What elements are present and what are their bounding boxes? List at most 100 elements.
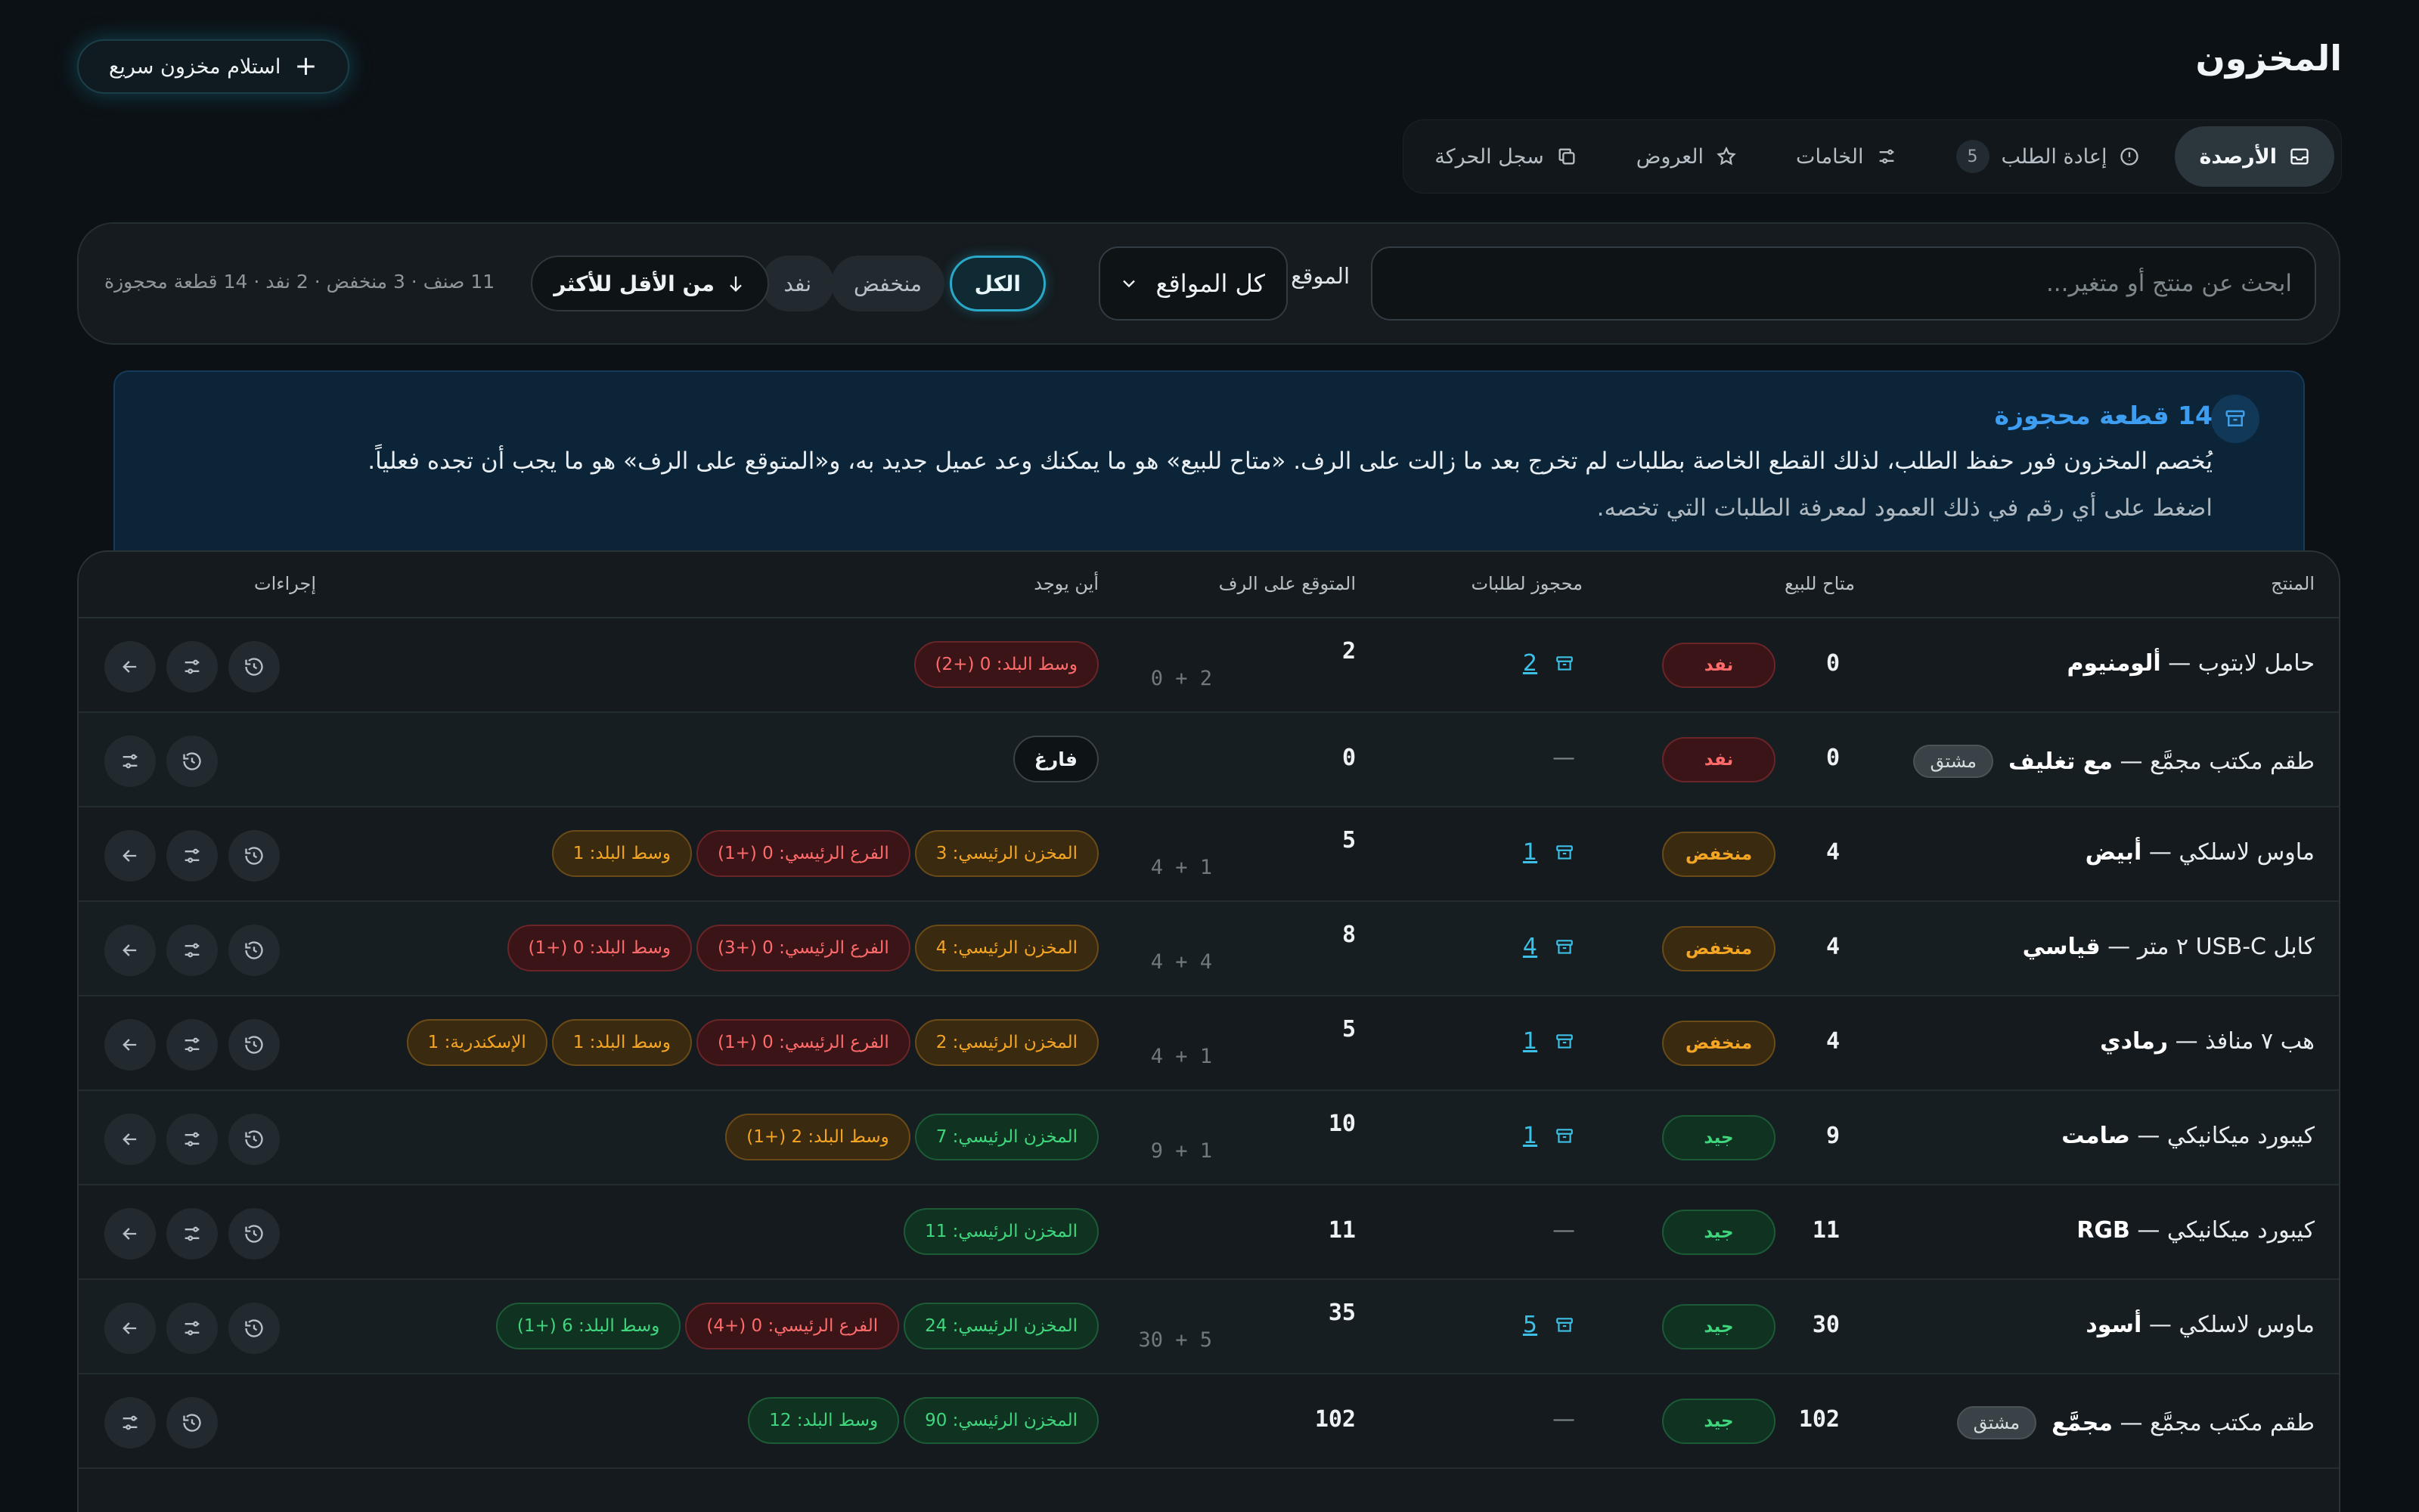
reserved-count-link[interactable]: 5: [1523, 1312, 1537, 1338]
history-icon[interactable]: [228, 1019, 280, 1070]
search-input[interactable]: ابحث عن منتج أو متغير...: [1371, 246, 2316, 321]
history-icon[interactable]: [228, 925, 280, 976]
location-badge: الفرع الرئيسي: 0 (+1): [696, 1019, 910, 1066]
shelf-breakdown: 4 + 1: [1150, 1045, 1212, 1068]
location-badge: المخزن الرئيسي: 4: [914, 925, 1099, 971]
reserved-cell[interactable]: 1: [1523, 1028, 1575, 1055]
header-where: أين يوجد: [1034, 573, 1099, 594]
inventory-page: المخزون + استلام مخزون سريع الأرصدة إعاد…: [0, 0, 2419, 1512]
location-select[interactable]: كل المواقع: [1099, 246, 1288, 321]
location-badge: وسط البلد: 1: [551, 1019, 692, 1066]
arrow-left-icon[interactable]: [104, 641, 156, 692]
history-icon[interactable]: [228, 1303, 280, 1354]
table-row: ماوس لاسلكي — أسود 30 جيد 5 35 30 + 5 المخزن ا…: [79, 1280, 2339, 1374]
filter-chip-low[interactable]: منخفض: [831, 256, 944, 311]
history-icon[interactable]: [228, 1208, 280, 1259]
page-title: المخزون: [2195, 38, 2342, 79]
arrow-left-icon[interactable]: [104, 1019, 156, 1070]
sort-label: من الأقل للأكثر: [554, 271, 715, 296]
sliders-icon[interactable]: [104, 1397, 156, 1448]
arrow-left-icon[interactable]: [104, 925, 156, 976]
arrow-left-icon[interactable]: [104, 830, 156, 881]
table-row: كيبورد ميكانيكي — RGB 11 جيد — 11 المخزن الرئ…: [79, 1185, 2339, 1280]
product-variant: أبيض: [2085, 839, 2142, 866]
shelf-expected: 102: [1314, 1406, 1356, 1433]
history-icon[interactable]: [228, 641, 280, 692]
reserved-cell[interactable]: 5: [1523, 1312, 1575, 1338]
available-count: 0: [1825, 745, 1840, 771]
header-product: المنتج: [2271, 573, 2315, 594]
tab-materials[interactable]: الخامات: [1772, 126, 1921, 187]
product-name: هب ٧ منافذ — رمادي: [2100, 1028, 2315, 1055]
tab-balances[interactable]: الأرصدة: [2175, 126, 2334, 187]
tab-movement-log[interactable]: سجل الحركة: [1410, 126, 1601, 187]
product-name: كابل USB-C ٢ متر — قياسي: [2022, 934, 2315, 960]
row-actions: [104, 925, 280, 976]
sliders-icon[interactable]: [166, 1114, 218, 1165]
filter-chip-all[interactable]: الكل: [949, 256, 1046, 311]
row-actions: [104, 1019, 280, 1070]
sort-button[interactable]: من الأقل للأكثر: [531, 256, 769, 311]
row-actions: [104, 1303, 280, 1354]
alert-circle-icon: [2119, 146, 2140, 167]
reserved-count-link[interactable]: 1: [1523, 1028, 1537, 1055]
arrow-left-icon[interactable]: [104, 1114, 156, 1165]
reserved-empty: —: [1552, 745, 1575, 771]
sliders-icon[interactable]: [166, 1303, 218, 1354]
table-row: طقم مكتب مجمَّع — مع تغليف مشتق 0 نفد — 0 فارغ: [79, 713, 2339, 807]
product-cell: ماوس لاسلكي — أسود: [2086, 1312, 2315, 1338]
shelf-breakdown: 0 + 2: [1150, 667, 1212, 690]
status-badge: جيد: [1662, 1304, 1775, 1349]
product-variant: مع تغليف: [2008, 748, 2113, 775]
sliders-icon[interactable]: [166, 1208, 218, 1259]
arrow-left-icon[interactable]: [104, 1208, 156, 1259]
reserved-count-link[interactable]: 2: [1523, 650, 1537, 677]
tab-offers[interactable]: العروض: [1612, 126, 1761, 187]
filter-chip-out[interactable]: نفد: [761, 256, 834, 311]
reserved-cell[interactable]: 2: [1523, 650, 1575, 677]
table-header: المنتج متاح للبيع محجوز لطلبات المتوقع ع…: [79, 552, 2339, 618]
table-row: كيبورد ميكانيكي — صامت 9 جيد 1 10 9 + 1 المخزن…: [79, 1091, 2339, 1185]
status-badge: منخفض: [1662, 832, 1775, 877]
inventory-table: المنتج متاح للبيع محجوز لطلبات المتوقع ع…: [77, 550, 2340, 1512]
reserved-empty: —: [1552, 1217, 1575, 1244]
reserved-count-link[interactable]: 1: [1523, 1123, 1537, 1149]
tab-reorder[interactable]: إعادة الطلب 5: [1932, 126, 2165, 187]
sliders-icon[interactable]: [166, 830, 218, 881]
arrow-left-icon[interactable]: [104, 1303, 156, 1354]
location-badge: وسط البلد: 2 (+1): [725, 1114, 910, 1160]
tab-label: العروض: [1636, 144, 1704, 169]
product-cell: كيبورد ميكانيكي — صامت: [2061, 1123, 2315, 1149]
reserved-cell[interactable]: 1: [1523, 1123, 1575, 1149]
banner-title: 14 قطعة محجوزة: [1994, 401, 2213, 430]
location-badge: المخزن الرئيسي: 11: [904, 1208, 1099, 1255]
sliders-icon[interactable]: [104, 736, 156, 787]
location-list: المخزن الرئيسي: 11: [904, 1208, 1099, 1255]
reorder-count-badge: 5: [1955, 140, 1989, 173]
row-actions: [104, 1397, 218, 1448]
status-badge: نفد: [1662, 737, 1775, 782]
archive-icon: [2211, 395, 2259, 443]
product-variant: مجمَّع: [2051, 1409, 2113, 1436]
available-count: 4: [1825, 934, 1840, 960]
quick-receive-button[interactable]: + استلام مخزون سريع: [77, 39, 349, 94]
shelf-expected: 5: [1341, 827, 1356, 854]
reserved-count-link[interactable]: 1: [1523, 839, 1537, 866]
reserved-count-link[interactable]: 4: [1523, 934, 1537, 960]
product-cell: حامل لابتوب — ألومنيوم: [2067, 650, 2315, 677]
sliders-icon[interactable]: [166, 641, 218, 692]
sliders-icon[interactable]: [166, 925, 218, 976]
product-cell: ماوس لاسلكي — أبيض: [2086, 839, 2315, 866]
history-icon[interactable]: [166, 736, 218, 787]
history-icon[interactable]: [228, 830, 280, 881]
empty-location-badge: فارغ: [1013, 736, 1099, 782]
sliders-icon[interactable]: [166, 1019, 218, 1070]
location-badge: المخزن الرئيسي: 90: [904, 1397, 1099, 1444]
history-icon[interactable]: [166, 1397, 218, 1448]
available-count: 9: [1825, 1123, 1840, 1149]
location-list: المخزن الرئيسي: 4 الفرع الرئيسي: 0 (+3) وس…: [507, 925, 1099, 971]
reserved-cell[interactable]: 4: [1523, 934, 1575, 960]
reserved-cell[interactable]: 1: [1523, 839, 1575, 866]
shelf-breakdown: 4 + 1: [1150, 856, 1212, 879]
history-icon[interactable]: [228, 1114, 280, 1165]
